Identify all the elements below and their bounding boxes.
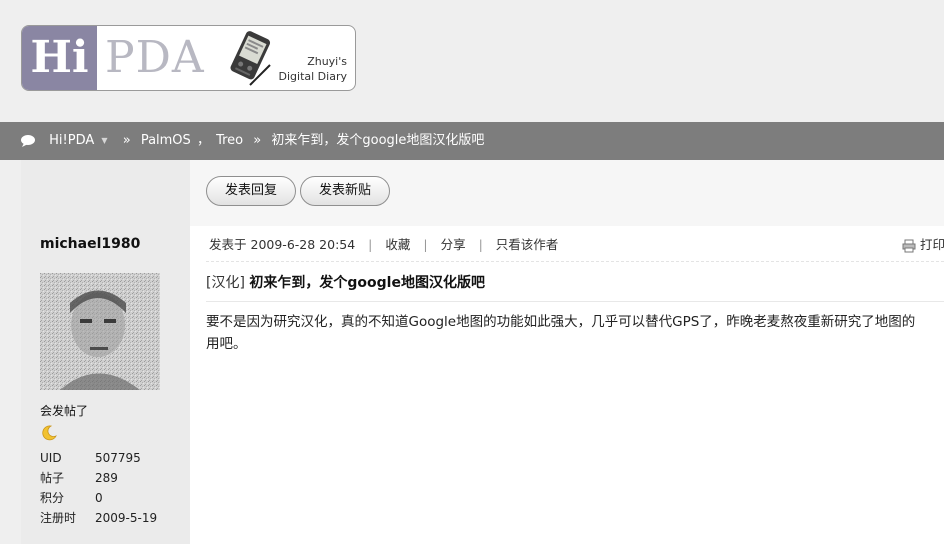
only-author-link[interactable]: 只看该作者 bbox=[496, 237, 559, 252]
breadcrumb-current-thread: 初来乍到，发个google地图汉化版吧 bbox=[271, 133, 485, 148]
print-label: 打印 bbox=[920, 237, 944, 252]
print-link[interactable]: 打印 bbox=[902, 236, 944, 254]
user-rank-title: 会发帖了 bbox=[40, 404, 89, 418]
chevron-down-icon[interactable]: ▼ bbox=[101, 122, 107, 160]
posted-time: 2009-6-28 20:54 bbox=[250, 237, 356, 252]
stat-label: UID bbox=[40, 451, 62, 465]
breadcrumb-comma: ， bbox=[196, 133, 210, 148]
printer-icon bbox=[902, 239, 916, 252]
stat-label: 帖子 bbox=[40, 471, 65, 485]
thread-content: 发表回复 发表新贴 michael1980 会发帖了 UID 507795 帖子… bbox=[21, 160, 944, 544]
reply-button[interactable]: 发表回复 bbox=[206, 176, 296, 206]
post-body: 要不是因为研究汉化，真的不知道Google地图的功能如此强大，几乎可以替代GPS… bbox=[206, 311, 944, 355]
stat-value: 0 bbox=[95, 491, 103, 505]
author-stats: UID 507795 帖子 289 积分 0 注册时 2009-5-19 bbox=[40, 448, 157, 528]
post-panel: 发表于 2009-6-28 20:54 | 收藏 | 分享 | 只看该作者 打印… bbox=[190, 226, 944, 544]
breadcrumb-home-link[interactable]: Hi!PDA bbox=[49, 122, 94, 160]
stat-row-registered: 注册时 2009-5-19 bbox=[40, 508, 157, 528]
divider bbox=[206, 261, 944, 262]
stat-value[interactable]: 289 bbox=[95, 468, 118, 488]
site-header: Hi PDA Zhuyi's Digital Diary bbox=[0, 0, 944, 122]
logo-tagline-line2: Digital Diary bbox=[278, 70, 347, 83]
stat-label: 注册时 bbox=[40, 511, 77, 525]
favorite-link[interactable]: 收藏 bbox=[385, 237, 410, 252]
stat-row-points: 积分 0 bbox=[40, 488, 157, 508]
post-body-line: 要不是因为研究汉化，真的不知道Google地图的功能如此强大，几乎可以替代GPS… bbox=[206, 314, 916, 330]
new-post-button[interactable]: 发表新贴 bbox=[300, 176, 390, 206]
logo-hi-block: Hi bbox=[22, 26, 97, 90]
stat-value: 2009-5-19 bbox=[95, 511, 158, 525]
moon-star-rank-icon bbox=[42, 425, 57, 441]
breadcrumb-separator: » bbox=[122, 133, 131, 148]
post-title-text: 初来乍到，发个google地图汉化版吧 bbox=[249, 275, 485, 291]
speech-bubble-icon bbox=[21, 135, 35, 147]
logo-tagline: Zhuyi's Digital Diary bbox=[279, 54, 347, 84]
avatar[interactable] bbox=[40, 273, 160, 390]
stat-row-posts: 帖子 289 bbox=[40, 468, 157, 488]
post-body-line: 用吧。 bbox=[206, 336, 247, 352]
post-title: [汉化] 初来乍到，发个google地图汉化版吧 bbox=[206, 272, 485, 292]
breadcrumb-forum-treo[interactable]: Treo bbox=[216, 122, 243, 160]
stat-row-uid: UID 507795 bbox=[40, 448, 157, 468]
pda-device-icon bbox=[230, 31, 271, 86]
divider bbox=[206, 301, 944, 302]
logo-pda-text: PDA bbox=[105, 32, 205, 83]
author-name-link[interactable]: michael1980 bbox=[40, 236, 140, 252]
logo-tagline-line1: Zhuyi's bbox=[307, 55, 347, 68]
breadcrumb-separator: » bbox=[253, 133, 262, 148]
site-logo[interactable]: Hi PDA Zhuyi's Digital Diary bbox=[21, 25, 356, 91]
toolbar-left-spacer bbox=[21, 160, 190, 226]
breadcrumb-forum-palmos[interactable]: PalmOS bbox=[141, 122, 191, 160]
stat-value: 507795 bbox=[95, 451, 141, 465]
post-category[interactable]: [汉化] bbox=[206, 275, 245, 291]
post-author-panel: michael1980 会发帖了 UID 507795 帖子 289 积分 0 … bbox=[21, 226, 190, 544]
thread-toolbar: 发表回复 发表新贴 bbox=[190, 160, 944, 226]
breadcrumb: Hi!PDA ▼ » PalmOS ， Treo » 初来乍到，发个google… bbox=[0, 122, 944, 160]
post-meta: 发表于 2009-6-28 20:54 | 收藏 | 分享 | 只看该作者 bbox=[209, 237, 559, 252]
share-link[interactable]: 分享 bbox=[441, 237, 466, 252]
stat-label: 积分 bbox=[40, 491, 65, 505]
posted-prefix: 发表于 bbox=[209, 237, 247, 252]
